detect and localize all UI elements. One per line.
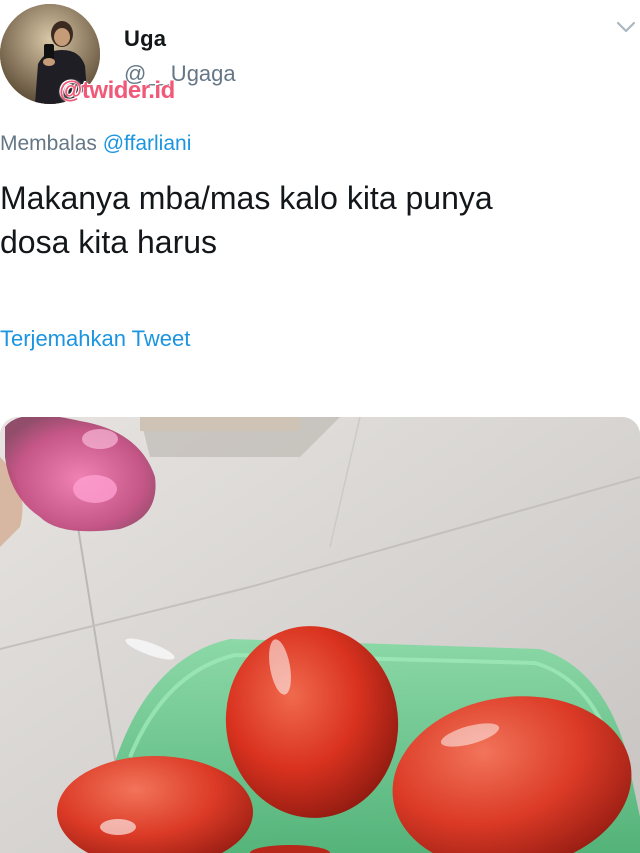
display-name[interactable]: Uga (124, 26, 166, 52)
translate-tweet-link[interactable]: Terjemahkan Tweet (0, 326, 190, 352)
tweet-photo[interactable] (0, 417, 640, 853)
reply-context: Membalas @ffarliani (0, 132, 191, 156)
tweet-text-line: dosa kita harus (0, 224, 218, 260)
chevron-down-icon[interactable] (616, 20, 636, 34)
photo-tomatoes-in-green-container (0, 417, 640, 853)
tweet-view: Uga @__Ugaga @twider.id Membalas @ffarli… (0, 0, 640, 853)
watermark: @twider.id (59, 77, 175, 104)
reply-prefix: Membalas (0, 132, 97, 155)
reply-mention-link[interactable]: @ffarliani (103, 132, 192, 155)
tweet-text: Makanya mba/mas kalo kita punya dosa kit… (0, 176, 630, 264)
tweet-text-line: Makanya mba/mas kalo kita punya (0, 180, 493, 216)
